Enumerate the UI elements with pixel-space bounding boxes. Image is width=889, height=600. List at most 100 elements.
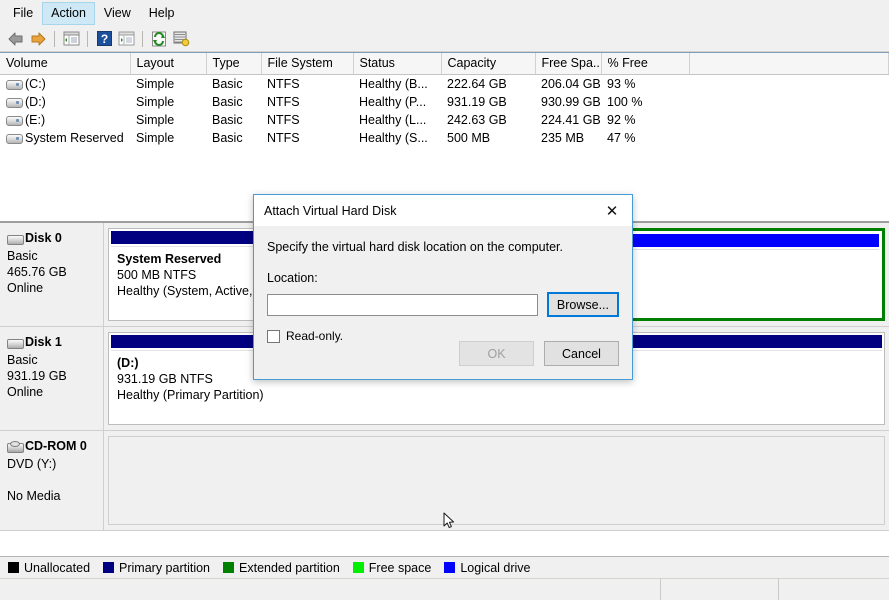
- volume-cell-name: (C:): [0, 75, 130, 94]
- volume-cell-free-space: 930.99 GB: [541, 95, 601, 109]
- properties-icon[interactable]: [115, 28, 137, 50]
- status-bar-pane-3: [779, 579, 889, 600]
- volume-cell-free-space: 224.41 GB: [541, 113, 601, 127]
- partition-name: System Reserved: [117, 252, 222, 266]
- help-icon[interactable]: ?: [93, 28, 115, 50]
- menu-item-action[interactable]: Action: [42, 1, 95, 25]
- menu-item-help[interactable]: Help: [140, 2, 184, 25]
- back-icon[interactable]: [5, 28, 27, 50]
- close-icon[interactable]: ✕: [592, 196, 632, 226]
- show-hide-console-tree-icon[interactable]: [60, 28, 82, 50]
- partition-status: Healthy (Primary Partition): [117, 388, 264, 402]
- column-header-file-system[interactable]: File System: [261, 53, 354, 75]
- volume-cell-name: (E:): [0, 111, 130, 129]
- column-header-layout[interactable]: Layout: [130, 53, 207, 75]
- partition-system-reserved[interactable]: System Reserved 500 MB NTFS Healthy (Sys…: [108, 228, 269, 321]
- legend-item-free-space: Free space: [352, 560, 432, 575]
- status-bar: [0, 578, 889, 600]
- ok-button[interactable]: OK: [459, 341, 534, 366]
- legend-swatch-logical-drive: [444, 562, 456, 573]
- volume-cell-filler: [689, 129, 889, 147]
- location-input[interactable]: [267, 293, 538, 316]
- toolbar-separator: [54, 30, 55, 47]
- legend-label: Extended partition: [239, 560, 340, 575]
- legend-item-unallocated: Unallocated: [8, 561, 90, 575]
- toolbar: ?: [0, 26, 889, 52]
- read-only-checkbox[interactable]: [267, 329, 280, 343]
- partition-size-fs: 500 MB NTFS: [117, 268, 197, 282]
- disk-management-window: File Action View Help ? Volume Layout Ty…: [0, 0, 889, 600]
- volume-table-body: (C:) Simple Basic NTFS Healthy (B... 222…: [0, 75, 889, 148]
- cdrom-empty-region[interactable]: [108, 436, 885, 525]
- dialog-description: Specify the virtual hard disk location o…: [267, 240, 563, 254]
- dialog-title: Attach Virtual Hard Disk: [264, 203, 397, 218]
- location-row: Browse...: [267, 292, 619, 317]
- partition-strip-cdrom0: [104, 431, 889, 530]
- disk-title-disk0: Disk 0: [7, 230, 97, 246]
- legend-item-logical-drive: Logical drive: [444, 560, 531, 575]
- legend-swatch-unallocated: [8, 562, 19, 573]
- column-header-free-space[interactable]: Free Spa...: [535, 53, 602, 75]
- volume-cell-file-system: NTFS: [267, 113, 300, 127]
- toolbar-separator: [142, 30, 143, 47]
- cancel-button[interactable]: Cancel: [544, 341, 619, 366]
- volume-cell-type: Basic: [212, 113, 243, 127]
- volume-cell-status: Healthy (B...: [359, 77, 428, 91]
- volume-cell-type: Basic: [212, 131, 243, 145]
- volume-cell-capacity: 931.19 GB: [447, 95, 507, 109]
- table-row[interactable]: (C:) Simple Basic NTFS Healthy (B... 222…: [0, 75, 889, 94]
- rescan-disks-icon[interactable]: [170, 28, 192, 50]
- volume-cell-status: Healthy (S...: [359, 131, 428, 145]
- volume-cell-free-space: 235 MB: [541, 131, 585, 145]
- column-header-filler: [689, 53, 889, 75]
- volume-cell-free-space: 206.04 GB: [541, 77, 601, 91]
- column-header-volume[interactable]: Volume: [0, 53, 131, 75]
- column-header-status[interactable]: Status: [353, 53, 442, 75]
- refresh-icon[interactable]: [148, 28, 170, 50]
- cdrom-state: No Media: [7, 489, 61, 503]
- volume-cell-capacity: 500 MB: [447, 131, 491, 145]
- volume-cell-type: Basic: [212, 77, 243, 91]
- forward-icon[interactable]: [27, 28, 49, 50]
- volume-cell-name: (D:): [0, 93, 130, 111]
- legend-item-primary-partition: Primary partition: [103, 561, 210, 575]
- volume-cell-filler: [689, 111, 889, 129]
- menu-item-file[interactable]: File: [4, 2, 42, 25]
- column-header-capacity[interactable]: Capacity: [441, 53, 536, 75]
- dialog-body: Specify the virtual hard disk location o…: [254, 226, 632, 379]
- table-row[interactable]: System Reserved Simple Basic NTFS Health…: [0, 129, 889, 147]
- disk-state-disk1: Online: [7, 385, 44, 399]
- browse-button[interactable]: Browse...: [546, 292, 619, 317]
- legend-label: Free space: [368, 560, 432, 575]
- disk-info-disk0[interactable]: Disk 0 Basic 465.76 GB Online: [0, 223, 104, 326]
- volume-cell-file-system: NTFS: [267, 131, 300, 145]
- partition-status: Healthy (System, Active,: [117, 284, 253, 298]
- partition-color-bar: [111, 231, 266, 244]
- disk-info-disk1[interactable]: Disk 1 Basic 931.19 GB Online: [0, 327, 104, 430]
- table-row[interactable]: (D:) Simple Basic NTFS Healthy (P... 931…: [0, 93, 889, 111]
- disk-title-cdrom0: CD-ROM 0: [7, 438, 97, 454]
- disk-size-disk0: 465.76 GB: [7, 265, 67, 279]
- volume-table: Volume Layout Type File System Status Ca…: [0, 53, 889, 147]
- volume-table-header-row: Volume Layout Type File System Status Ca…: [0, 53, 889, 75]
- cdrom-icon: [7, 440, 24, 453]
- toolbar-separator: [87, 30, 88, 47]
- legend-swatch-extended-partition: [223, 562, 235, 573]
- volume-cell-file-system: NTFS: [267, 77, 300, 91]
- menu-bar: File Action View Help: [0, 0, 889, 26]
- table-row[interactable]: (E:) Simple Basic NTFS Healthy (L... 242…: [0, 111, 889, 129]
- legend-label: Primary partition: [119, 560, 211, 575]
- partition-details: System Reserved 500 MB NTFS Healthy (Sys…: [111, 246, 266, 318]
- volume-cell-capacity: 242.63 GB: [447, 113, 507, 127]
- disk-size-disk1: 931.19 GB: [7, 369, 67, 383]
- disk-info-cdrom0[interactable]: CD-ROM 0 DVD (Y:) No Media: [0, 431, 104, 530]
- volume-cell-type: Basic: [212, 95, 243, 109]
- volume-cell-file-system: NTFS: [267, 95, 300, 109]
- legend-label: Logical drive: [460, 560, 531, 575]
- column-header-type[interactable]: Type: [206, 53, 262, 75]
- hard-disk-icon: [7, 337, 24, 349]
- column-header-percent-free[interactable]: % Free: [601, 53, 690, 75]
- svg-text:?: ?: [100, 32, 107, 46]
- disk-row-cdrom0[interactable]: CD-ROM 0 DVD (Y:) No Media: [0, 431, 889, 531]
- menu-item-view[interactable]: View: [95, 2, 140, 25]
